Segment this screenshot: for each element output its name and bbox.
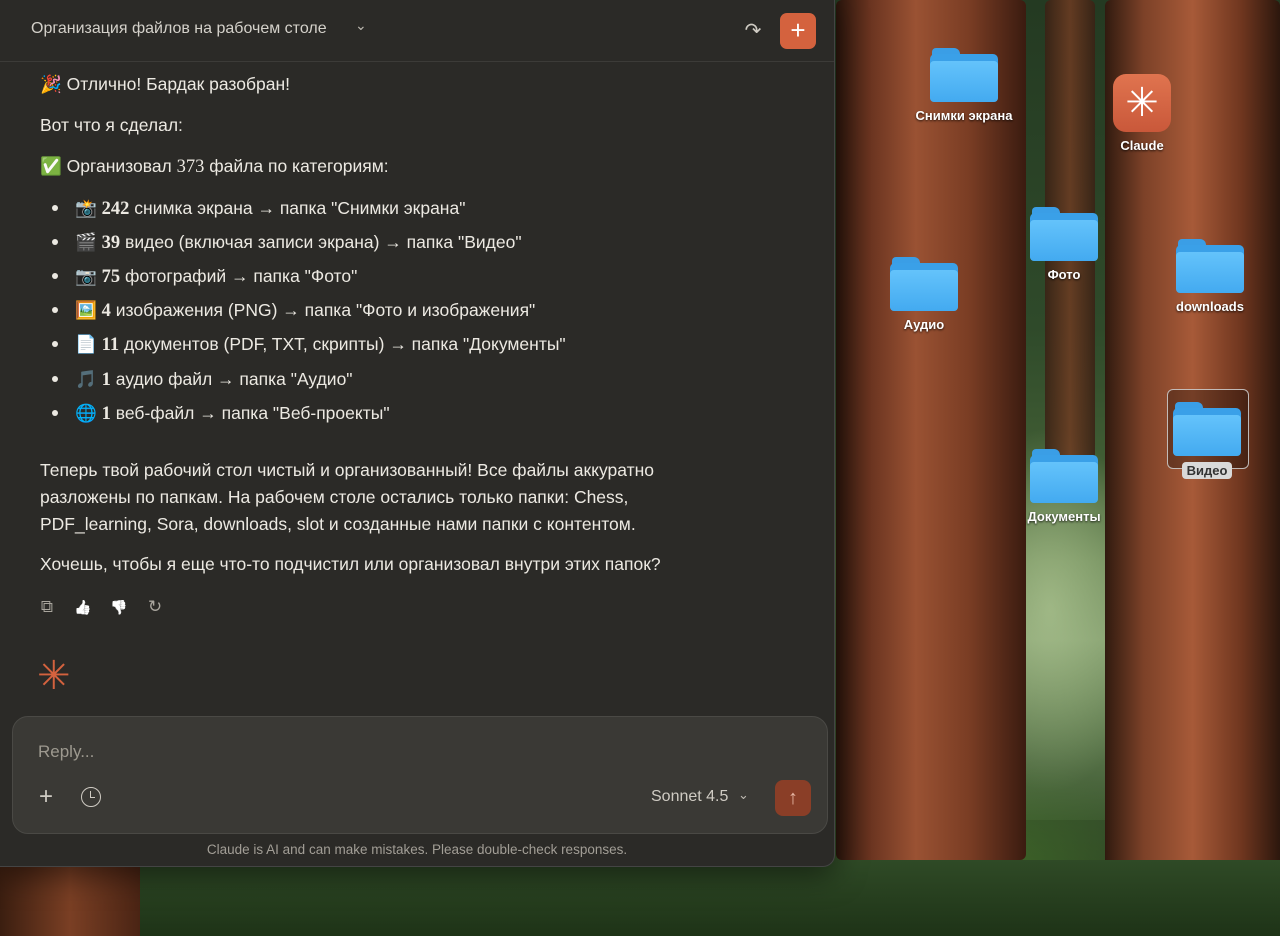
desktop-folder-photo[interactable]: Фото	[999, 207, 1129, 282]
message-line: ✅ Организовал 373 файла по категориям:	[40, 154, 389, 179]
conversation-title[interactable]: Организация файлов на рабочем столе	[31, 20, 327, 38]
claude-chat-window: Организация файлов на рабочем столе ⌄ ↷ …	[0, 0, 835, 867]
title-bar: Организация файлов на рабочем столе ⌄ ↷ …	[0, 0, 834, 62]
list-text: фотографий → папка "Фото"	[120, 266, 358, 286]
music-note-icon: 🎵	[75, 369, 97, 389]
text-fragment: ✅ Организовал	[40, 156, 177, 176]
message-heading: 🎉 Отлично! Бардак разобран!	[40, 74, 290, 94]
copy-icon[interactable]: ⧉	[38, 598, 56, 616]
number: 1	[101, 404, 111, 424]
folder-icon	[1030, 207, 1098, 261]
retry-icon[interactable]: ↻	[146, 598, 164, 616]
desktop-icon-label: Фото	[1047, 267, 1081, 282]
desktop-icon-label: Claude	[1120, 138, 1164, 153]
new-chat-button[interactable]: +	[780, 13, 816, 49]
message-paragraph: Хочешь, чтобы я еще что-то подчистил или…	[40, 554, 661, 574]
thumbs-up-icon[interactable]: 👍	[74, 598, 92, 616]
number: 39	[101, 233, 121, 253]
folder-icon	[930, 48, 998, 102]
desktop-icon-label: Видео	[1181, 462, 1233, 479]
desktop-folder-audio[interactable]: Аудио	[859, 257, 989, 332]
folder-icon	[890, 257, 958, 311]
desktop-folder-screenshots[interactable]: Снимки экрана	[899, 48, 1029, 123]
message-line: Вот что я сделал:	[40, 115, 183, 135]
desktop-icon-label: Снимки экрана	[915, 108, 1013, 123]
reply-input[interactable]	[36, 741, 660, 763]
tree-trunk	[836, 0, 1026, 860]
claude-app-icon: ✳	[1113, 74, 1171, 132]
list-text: изображения (PNG) → папка "Фото и изобра…	[110, 300, 536, 320]
message-paragraph: Теперь твой рабочий стол чистый и органи…	[40, 460, 655, 534]
desktop-icon-label: Документы	[1027, 509, 1101, 524]
clapper-icon: 🎬	[75, 232, 97, 252]
desktop-icon-label: downloads	[1176, 299, 1244, 314]
reply-composer: + Sonnet 4.5 ⌄ ↑	[12, 716, 828, 834]
list-text: документов (PDF, TXT, скрипты) → папка "…	[119, 334, 566, 354]
folder-icon	[1176, 239, 1244, 293]
globe-icon: 🌐	[75, 403, 97, 423]
text-fragment: файла по категориям:	[204, 156, 389, 176]
add-attachment-button[interactable]: +	[39, 785, 53, 809]
forest-ground	[0, 860, 1280, 936]
desktop-icon-label: Аудио	[903, 317, 945, 332]
number: 4	[101, 301, 111, 321]
thumbs-down-icon[interactable]: 👎	[110, 598, 128, 616]
list-text: аудио файл → папка "Аудио"	[110, 369, 353, 389]
list-text: веб-файл → папка "Веб-проекты"	[110, 403, 390, 423]
chevron-down-icon[interactable]: ⌄	[355, 17, 367, 34]
desktop-app-claude[interactable]: ✳ Claude	[1077, 74, 1207, 153]
model-selector[interactable]: Sonnet 4.5	[651, 788, 728, 806]
number: 11	[101, 335, 120, 355]
disclaimer-text: Claude is AI and can make mistakes. Plea…	[206, 842, 628, 857]
list-text: снимка экрана → папка "Снимки экрана"	[129, 198, 466, 218]
camera-flash-icon: 📸	[75, 198, 97, 218]
folder-icon	[1030, 449, 1098, 503]
picture-icon: 🖼️	[75, 300, 97, 320]
share-button[interactable]: ↷	[740, 18, 766, 44]
list-text: видео (включая записи экрана) → папка "В…	[120, 232, 522, 252]
number: 373	[176, 157, 205, 177]
desktop-folder-downloads[interactable]: downloads	[1145, 239, 1275, 314]
claude-spark-icon: ✳	[37, 654, 71, 698]
folder-icon	[1173, 402, 1241, 456]
send-button[interactable]: ↑	[775, 780, 811, 816]
message-actions: ⧉ 👍 👎 ↻	[38, 598, 164, 616]
camera-icon: 📷	[75, 266, 97, 286]
desktop-folder-documents[interactable]: Документы	[999, 449, 1129, 524]
tree-trunk	[0, 860, 140, 936]
number: 1	[101, 370, 111, 390]
desktop-folder-video[interactable]: Видео	[1142, 402, 1272, 479]
number: 75	[101, 267, 121, 287]
chevron-down-icon[interactable]: ⌄	[738, 787, 749, 803]
history-icon[interactable]	[81, 787, 101, 807]
document-icon: 📄	[75, 334, 97, 354]
number: 242	[101, 199, 130, 219]
